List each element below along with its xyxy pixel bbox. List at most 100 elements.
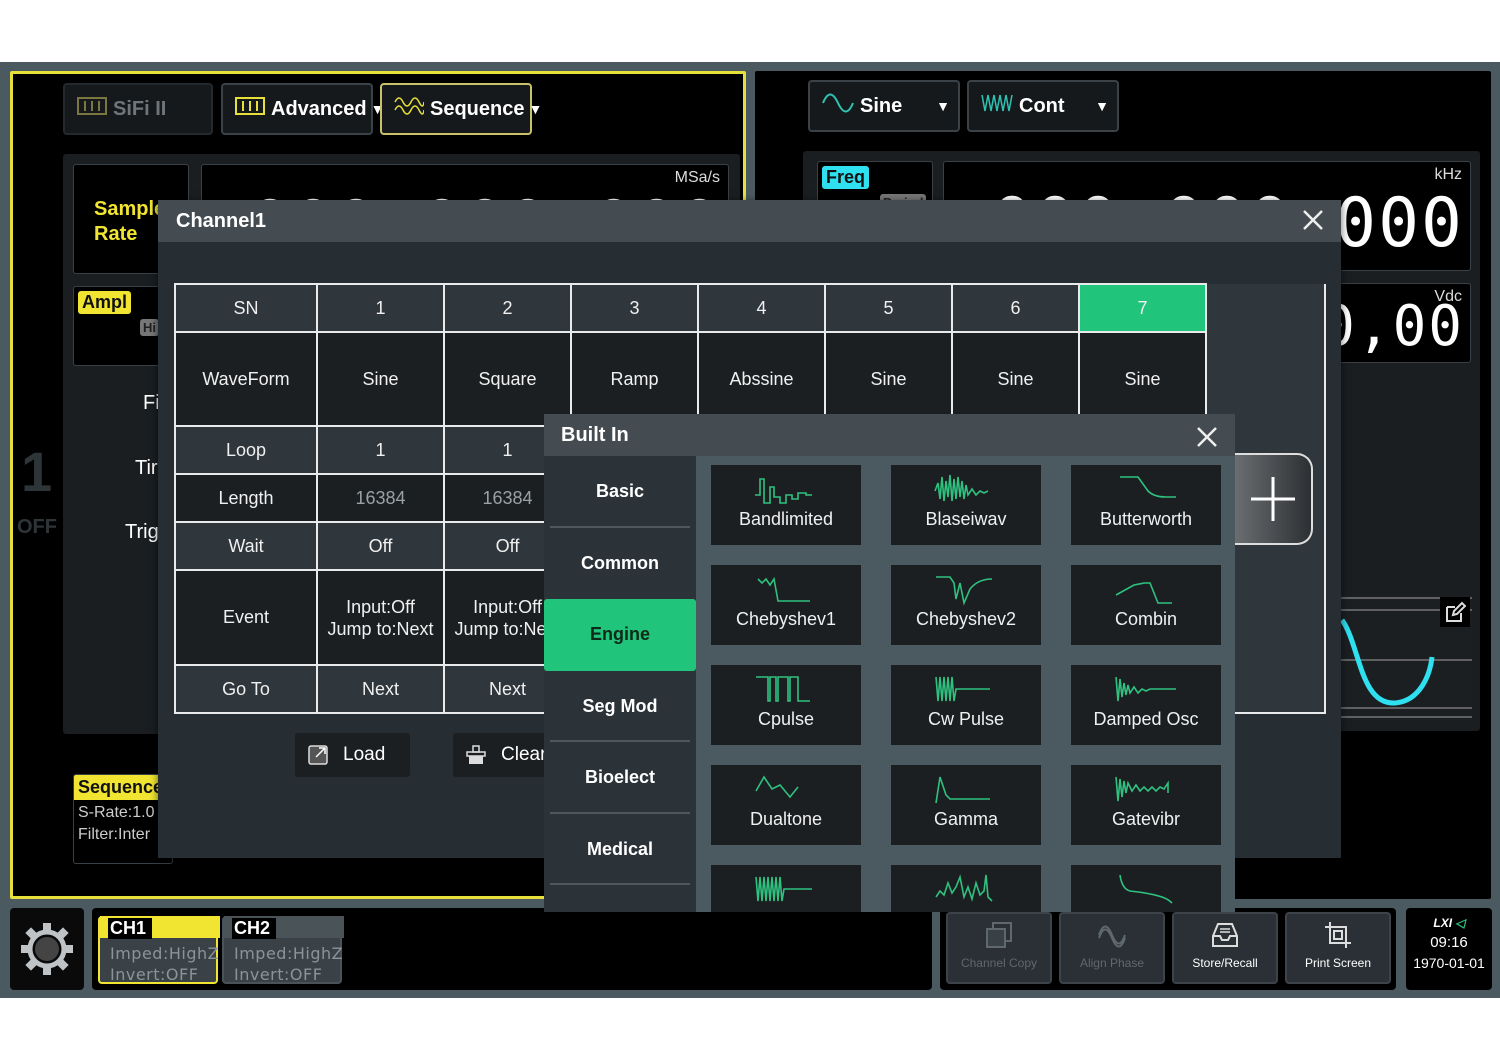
waveform-tile[interactable] — [891, 865, 1041, 912]
waveform-label: Bandlimited — [738, 509, 834, 529]
side-label: Tir — [135, 457, 158, 479]
clock-date: 1970-01-01 — [1413, 955, 1485, 971]
print-screen-button[interactable]: Print Screen — [1285, 912, 1391, 984]
caret-down-icon: ▼ — [1095, 98, 1109, 114]
close-icon[interactable] — [1301, 208, 1325, 238]
sn-cell[interactable]: 6 — [951, 283, 1080, 333]
close-icon[interactable] — [1195, 422, 1219, 464]
waveform-preview[interactable] — [1339, 595, 1472, 720]
sequence-wave-icon — [394, 96, 425, 122]
utility-button[interactable] — [10, 908, 84, 990]
waveform-cell[interactable]: Ramp — [570, 331, 699, 427]
align-phase-icon — [1061, 920, 1163, 956]
waveform-tile[interactable]: Cw Pulse — [891, 665, 1041, 745]
waveform-cell[interactable]: Abssine — [697, 331, 826, 427]
waveform-thumbnail-icon — [1115, 776, 1169, 802]
waveform-label: Butterworth — [1099, 509, 1193, 529]
waveform-cell[interactable]: Square — [443, 331, 572, 427]
waveform-tile[interactable]: Damped Osc — [1071, 665, 1221, 745]
toolbar: Channel Copy Align Phase Store/Recall Pr… — [940, 908, 1396, 990]
sn-cell[interactable]: 1 — [316, 283, 445, 333]
waveform-thumbnail-icon — [1119, 874, 1173, 904]
align-phase-button[interactable]: Align Phase — [1059, 912, 1165, 984]
waveform-label: Cpulse — [757, 709, 815, 729]
edit-icon[interactable] — [1440, 597, 1470, 627]
sequence-dropdown[interactable]: Sequence ▼ — [380, 83, 542, 135]
builtin-dialog: Built In Basic Common Engine Seg Mod Bio… — [544, 414, 1235, 912]
sn-cell[interactable]: 2 — [443, 283, 572, 333]
sifi-button[interactable]: SiFi II — [63, 83, 213, 135]
waveform-tile[interactable]: Gatevibr — [1071, 765, 1221, 845]
category-seg-mod[interactable]: Seg Mod — [544, 671, 696, 742]
instrument-screen: SiFi II Advanced ▼ Sequence ▼ Sample Rat… — [0, 62, 1500, 998]
waveform-tile[interactable]: Blaseiwav — [891, 465, 1041, 545]
waveform-cell[interactable]: Sine — [316, 331, 445, 427]
waveform-tile[interactable]: Cpulse — [711, 665, 861, 745]
sliders-icon — [235, 97, 265, 121]
ch2-status-tab[interactable]: CH2 Imped:HighZ Invert:OFF — [222, 916, 344, 984]
waveform-thumbnail-icon — [755, 876, 812, 902]
wait-cell[interactable]: Off — [316, 521, 445, 571]
sliders-icon — [77, 97, 107, 121]
waveform-tile[interactable]: Butterworth — [1071, 465, 1221, 545]
clear-button[interactable]: Clear — [453, 733, 553, 777]
copy-icon — [948, 920, 1050, 956]
waveform-cell[interactable]: Sine — [1078, 331, 1207, 427]
side-label: Trig — [125, 521, 159, 543]
category-common[interactable]: Common — [544, 528, 696, 600]
add-step-button[interactable] — [1235, 453, 1313, 545]
sine-trace — [1339, 618, 1435, 706]
waveform-thumbnail-icon — [934, 474, 989, 502]
waveform-thumbnail-icon — [756, 676, 810, 702]
sn-cell-selected[interactable]: 7 — [1078, 283, 1207, 333]
row-header: Wait — [174, 521, 318, 571]
waveform-cell[interactable]: Sine — [824, 331, 953, 427]
category-medical[interactable]: Medical — [544, 814, 696, 885]
broom-icon — [465, 744, 487, 766]
row-header: Loop — [174, 425, 318, 475]
clock-time: 09:16 — [1430, 934, 1468, 951]
waveform-tile[interactable]: Dualtone — [711, 765, 861, 845]
store-recall-button[interactable]: Store/Recall — [1172, 912, 1278, 984]
waveform-label: Damped Osc — [1093, 709, 1199, 729]
category-basic[interactable]: Basic — [544, 456, 696, 528]
row-header: Event — [174, 569, 318, 666]
waveform-thumbnail-icon — [755, 775, 799, 799]
goto-cell[interactable]: Next — [316, 664, 445, 714]
channel-number: 1 — [21, 440, 53, 503]
category-bioelect[interactable]: Bioelect — [544, 742, 696, 814]
waveform-tile[interactable]: Chebyshev2 — [891, 565, 1041, 645]
empty-column — [1205, 332, 1326, 426]
waveform-tile[interactable] — [711, 865, 861, 912]
waveform-thumbnail-icon — [936, 576, 993, 606]
dialog-title-bar: Channel1 — [158, 200, 1341, 242]
plus-icon — [1251, 477, 1295, 521]
loop-cell[interactable]: 1 — [316, 425, 445, 475]
ch1-status-tab[interactable]: CH1 Imped:HighZ Invert:OFF — [98, 916, 220, 984]
mode-dropdown[interactable]: Cont ▼ — [967, 80, 1119, 132]
output-state[interactable]: OFF — [17, 516, 57, 539]
waveform-label: Gatevibr — [1111, 809, 1181, 829]
sn-cell[interactable]: 3 — [570, 283, 699, 333]
sn-cell[interactable]: 4 — [697, 283, 826, 333]
waveform-tile[interactable]: Chebyshev1 — [711, 565, 861, 645]
advanced-dropdown[interactable]: Advanced ▼ — [221, 83, 384, 135]
waveform-tile[interactable] — [1071, 865, 1221, 912]
waveform-thumbnail-icon — [1115, 676, 1176, 702]
waveform-tile[interactable]: Bandlimited — [711, 465, 861, 545]
waveform-cell[interactable]: Sine — [951, 331, 1080, 427]
category-engine[interactable]: Engine — [544, 599, 696, 671]
load-button[interactable]: Load — [295, 733, 410, 777]
waveform-thumbnail-icon — [1120, 476, 1176, 498]
channel-copy-button[interactable]: Channel Copy — [946, 912, 1052, 984]
waveform-tile[interactable]: Gamma — [891, 765, 1041, 845]
load-icon — [307, 744, 329, 766]
event-cell[interactable]: Input:Off Jump to:Next — [316, 569, 445, 666]
waveform-label: Chebyshev2 — [915, 609, 1017, 629]
row-header: WaveForm — [174, 331, 318, 427]
waveform-label: Blaseiwav — [925, 509, 1007, 529]
waveform-tile[interactable]: Combin — [1071, 565, 1221, 645]
waveform-dropdown[interactable]: Sine ▼ — [808, 80, 960, 132]
waveform-thumbnail-icon — [935, 874, 993, 902]
sn-cell[interactable]: 5 — [824, 283, 953, 333]
